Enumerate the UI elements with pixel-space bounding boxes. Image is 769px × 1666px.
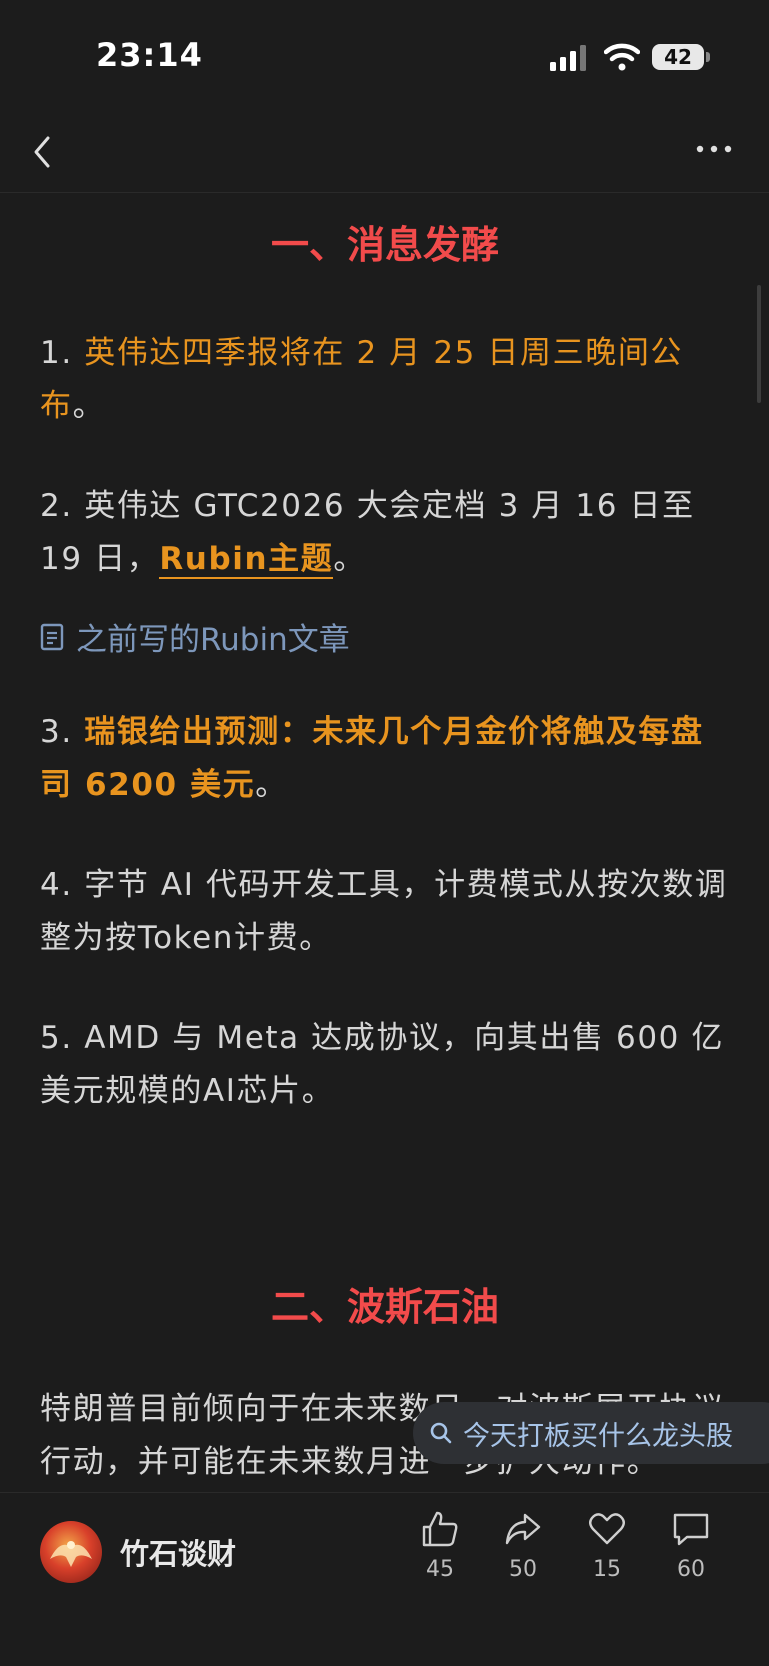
thumbs-up-icon [422, 1511, 458, 1547]
author-name[interactable]: 竹石谈财 [120, 1531, 236, 1573]
comment-bubble-icon [673, 1513, 709, 1546]
status-time: 23:14 [96, 36, 203, 74]
top-navigation [0, 110, 769, 193]
heart-icon [589, 1513, 625, 1545]
document-icon [40, 623, 64, 650]
search-icon [430, 1422, 452, 1444]
search-suggestion-label: 今天打板买什么龙头股 [463, 1420, 733, 1452]
rubin-topic-link[interactable]: Rubin主题 [159, 541, 334, 579]
paragraph-4: 4. 字节 AI 代码开发工具，计费模式从按次数调整为按Token计费。 [40, 867, 728, 956]
cellular-signal-icon [550, 45, 586, 71]
bottom-action-bar: 竹石谈财 45 50 15 60 [0, 1492, 769, 1666]
previous-article-link[interactable]: 之前写的Rubin文章 [40, 614, 730, 659]
like-button[interactable]: 45 [410, 1509, 470, 1582]
favorite-button[interactable]: 15 [577, 1509, 637, 1582]
paragraph-1-end: 。 [72, 388, 106, 424]
paragraph-3-end: 。 [255, 767, 288, 803]
like-count: 45 [426, 1557, 454, 1582]
back-arrow-icon[interactable] [28, 132, 58, 172]
author-avatar[interactable] [40, 1521, 102, 1583]
comment-button[interactable]: 60 [661, 1509, 721, 1582]
previous-article-label: 之前写的Rubin文章 [76, 622, 350, 658]
favorite-count: 15 [593, 1557, 621, 1582]
paragraph-1-highlight: 英伟达四季报将在 2 月 25 日周三晚间公布 [40, 335, 684, 424]
share-button[interactable]: 50 [493, 1509, 553, 1582]
search-suggestion-pill[interactable]: 今天打板买什么龙头股 [413, 1402, 769, 1464]
paragraph-3-number: 3. [40, 714, 85, 750]
scroll-indicator[interactable] [757, 285, 761, 403]
paragraph-1: 1. 英伟达四季报将在 2 月 25 日周三晚间公布。 [40, 327, 730, 433]
paragraph-3: 3. 瑞银给出预测：未来几个月金价将触及每盘司 6200 美元。 [40, 706, 730, 812]
share-count: 50 [509, 1557, 537, 1582]
paragraph-5: 5. AMD 与 Meta 达成协议，向其出售 600 亿美元规模的AI芯片。 [40, 1020, 725, 1109]
paragraph-1-number: 1. [40, 335, 85, 371]
paragraph-3-highlight: 瑞银给出预测：未来几个月金价将触及每盘司 6200 美元 [40, 714, 704, 803]
section-title-1: 一、消息发酵 [270, 223, 499, 267]
paragraph-2: 2. 英伟达 GTC2026 大会定档 3 月 16 日至 19 日，Rubin… [40, 480, 730, 586]
wifi-icon [604, 43, 640, 71]
article-content: 一、消息发酵 1. 英伟达四季报将在 2 月 25 日周三晚间公布。 2. 英伟… [40, 192, 730, 1492]
section-title-2: 二、波斯石油 [270, 1285, 499, 1329]
battery-indicator: 42 [652, 44, 704, 70]
paragraph-2-text: 2. 英伟达 GTC2026 大会定档 3 月 16 日至 19 日， [40, 488, 695, 577]
comment-count: 60 [677, 1557, 705, 1582]
share-arrow-icon [505, 1513, 541, 1545]
eagle-emblem-icon [50, 1541, 92, 1567]
status-bar: 23:14 42 [0, 0, 769, 110]
paragraph-2-end: 。 [333, 541, 366, 577]
more-options-icon[interactable] [694, 134, 734, 164]
battery-tip [706, 52, 710, 62]
